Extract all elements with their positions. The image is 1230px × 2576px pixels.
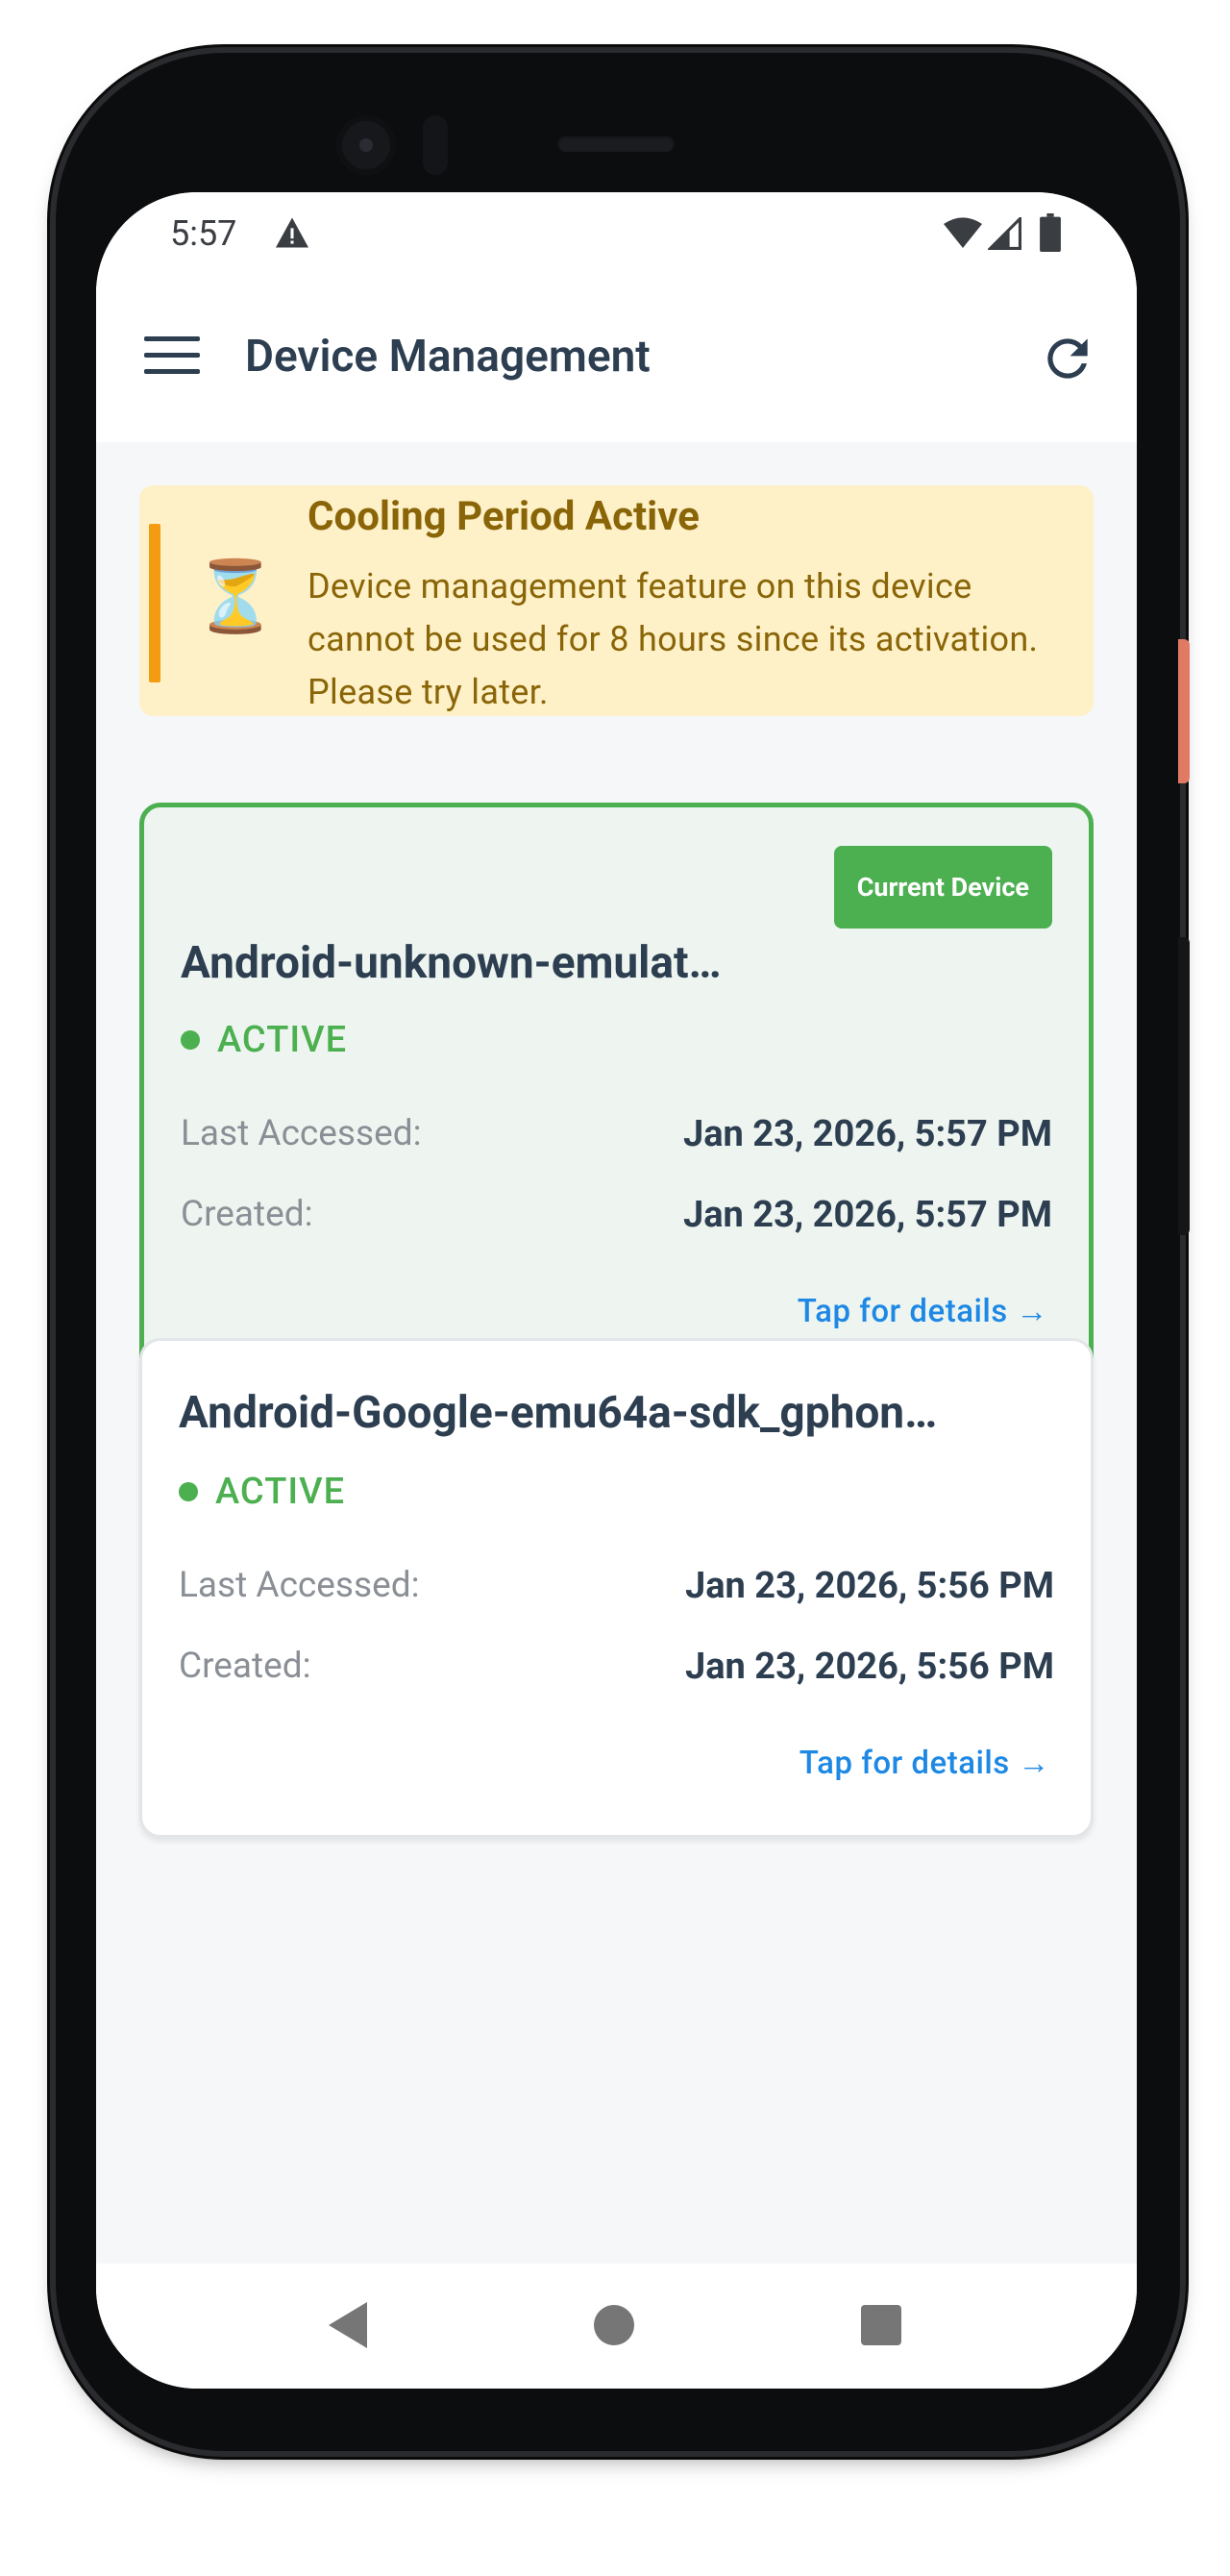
tap-for-details-link[interactable]: Tap for details →: [798, 1293, 1048, 1330]
created-value: Jan 23, 2026, 5:56 PM: [684, 1646, 1054, 1688]
home-icon[interactable]: [594, 2305, 634, 2345]
device-name: Android-Google-emu64a-sdk_gphon…: [179, 1387, 938, 1439]
status-row: ACTIVE: [179, 1471, 345, 1513]
created-label: Created:: [179, 1646, 311, 1687]
device-name: Android-unknown-emulat…: [181, 937, 722, 989]
device-card-current[interactable]: Current Device Android-unknown-emulat… A…: [139, 803, 1094, 1384]
front-camera: [336, 115, 396, 175]
hourglass-icon: ⏳: [192, 556, 279, 637]
side-button: [1178, 639, 1190, 783]
device-card[interactable]: Android-Google-emu64a-sdk_gphon… ACTIVE …: [139, 1338, 1094, 1838]
status-badge: ACTIVE: [217, 1019, 348, 1061]
system-nav-bar: [96, 2264, 1137, 2389]
app-bar: Device Management: [96, 279, 1137, 442]
status-row: ACTIVE: [181, 1019, 347, 1061]
banner-title: Cooling Period Active: [308, 493, 700, 540]
signal-icon: [988, 217, 1021, 250]
status-dot-icon: [181, 1030, 200, 1050]
last-accessed-value: Jan 23, 2026, 5:57 PM: [682, 1113, 1052, 1155]
volume-button: [1178, 937, 1190, 1235]
status-badge: ACTIVE: [215, 1471, 346, 1513]
created-label: Created:: [181, 1194, 313, 1235]
status-bar: 5:57: [96, 192, 1137, 279]
current-device-badge: Current Device: [833, 846, 1052, 929]
tap-for-details-link[interactable]: Tap for details →: [800, 1745, 1050, 1782]
proximity-sensor: [423, 115, 448, 175]
banner-accent-bar: [149, 524, 160, 682]
recents-icon[interactable]: [861, 2305, 901, 2345]
last-accessed-label: Last Accessed:: [179, 1565, 420, 1606]
created-value: Jan 23, 2026, 5:57 PM: [682, 1194, 1052, 1236]
banner-message: Device management feature on this device…: [308, 566, 1039, 712]
back-icon[interactable]: [325, 2300, 371, 2350]
earpiece-speaker: [557, 135, 675, 152]
refresh-icon[interactable]: [1038, 329, 1097, 388]
last-accessed-value: Jan 23, 2026, 5:56 PM: [684, 1565, 1054, 1607]
warning-icon: [276, 217, 308, 248]
status-dot-icon: [179, 1482, 198, 1501]
wifi-icon: [944, 217, 982, 248]
cooling-period-banner: ⏳ Cooling Period Active Device managemen…: [139, 485, 1094, 716]
page-title: Device Management: [245, 331, 651, 383]
status-time: 5:57: [170, 213, 237, 254]
last-accessed-label: Last Accessed:: [181, 1113, 422, 1154]
battery-icon: [1040, 213, 1061, 252]
phone-screen: 5:57 Device Management ⏳ Cooling Period: [96, 192, 1137, 2389]
menu-icon[interactable]: [144, 336, 200, 384]
